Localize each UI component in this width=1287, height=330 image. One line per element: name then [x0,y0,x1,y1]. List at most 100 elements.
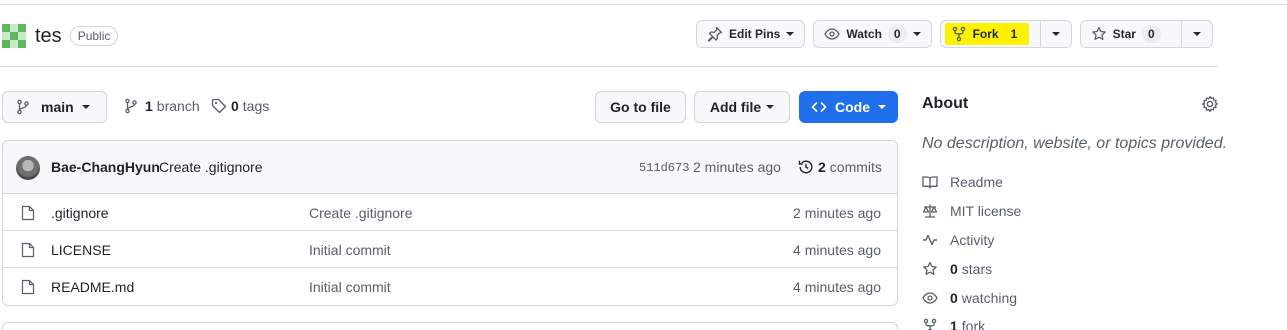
file-row[interactable]: README.md Initial commit 4 minutes ago [3,268,897,305]
readme-box [2,322,898,330]
readme-label: Readme [950,174,1003,190]
branch-icon [17,99,29,115]
visibility-badge: Public [69,26,119,46]
commit-author[interactable]: Bae-ChangHyun [51,159,160,175]
activity-label: Activity [950,232,995,248]
eye-icon [922,292,938,304]
chevron-down-icon [1051,32,1060,36]
add-file-label: Add file [709,99,762,115]
file-commit-message[interactable]: Initial commit [309,242,391,258]
file-commit-message[interactable]: Create .gitignore [309,205,413,221]
file-name[interactable]: README.md [51,279,134,295]
branch-bar: main 1 branch 0 tags Go to file Add file… [2,91,898,123]
fork-highlight: Fork 1 [944,23,1030,45]
star-count: 0 [1141,25,1161,43]
law-icon [922,204,938,218]
tags-link[interactable]: 0 tags [211,98,269,114]
stars-label: stars [961,261,993,277]
repo-header: tes Public [0,22,119,50]
book-icon [922,176,938,189]
chevron-down-icon [766,105,775,109]
file-time: 4 minutes ago [793,279,881,295]
commits-link[interactable]: 2 commits [798,159,882,175]
repo-owner-avatar[interactable] [2,24,26,48]
fork-button-group: Fork 1 [939,20,1072,48]
watch-count: 0 [887,25,907,43]
about-description: No description, website, or topics provi… [922,135,1228,152]
branches-link[interactable]: 1 branch [123,98,200,114]
pin-icon [707,26,723,42]
branch-selector[interactable]: main [2,91,107,123]
stars-link[interactable]: 0 stars [922,261,992,277]
activity-link[interactable]: Activity [922,232,994,248]
gear-icon[interactable] [1201,95,1219,113]
stars-count: 0 [950,261,958,277]
chevron-down-icon [912,32,921,36]
forks-link[interactable]: 1 fork [922,318,985,330]
tag-count: 0 [231,98,239,114]
fork-button[interactable]: Fork 1 [941,21,1040,47]
star-label: Star [1112,27,1136,41]
commit-label: commits [829,159,882,175]
file-icon [21,279,35,295]
eye-icon [824,28,841,40]
watch-button[interactable]: Watch 0 [813,20,932,48]
file-name[interactable]: LICENSE [51,242,111,258]
star-dropdown-button[interactable] [1180,21,1212,47]
file-row[interactable]: .gitignore Create .gitignore 2 minutes a… [3,194,897,231]
branch-name: main [41,99,74,115]
forks-count: 1 [950,318,958,330]
file-commit-message[interactable]: Initial commit [309,279,391,295]
chevron-down-icon [1192,32,1201,36]
chevron-down-icon [81,105,90,109]
fork-count: 1 [1010,27,1018,41]
file-name[interactable]: .gitignore [51,205,109,221]
repo-actions: Edit Pins Watch 0 Fork 1 Star 0 [696,20,1213,48]
file-icon [21,242,35,258]
chevron-down-icon [878,105,886,109]
edit-pins-button[interactable]: Edit Pins [696,20,806,48]
branch-label: branch [156,98,200,114]
chevron-down-icon [786,32,795,36]
license-link[interactable]: MIT license [922,203,1021,219]
commit-message[interactable]: Create .gitignore [159,159,263,175]
tag-icon [211,98,227,114]
branch-count: 1 [145,98,153,114]
commit-time: 2 minutes ago [693,159,781,175]
repo-name[interactable]: tes [35,25,62,48]
fork-icon [952,26,965,42]
file-icon [21,205,35,221]
star-icon [923,261,937,275]
go-to-file-button[interactable]: Go to file [595,91,686,123]
file-time: 4 minutes ago [793,242,881,258]
star-button[interactable]: Star 0 [1081,21,1181,47]
readme-link[interactable]: Readme [922,174,1003,190]
star-icon [1091,26,1106,40]
edit-pins-label: Edit Pins [729,27,781,41]
top-border [0,4,1287,5]
author-avatar[interactable] [16,156,40,180]
commit-sha[interactable]: 511d673 [639,161,689,175]
tag-label: tags [242,98,270,114]
star-button-group: Star 0 [1079,20,1213,48]
code-button[interactable]: Code [799,91,898,123]
pulse-icon [923,234,937,246]
fork-label: Fork [972,27,999,41]
fork-icon [923,318,937,330]
watching-count: 0 [950,290,958,306]
branch-icon [125,98,137,114]
watching-link[interactable]: 0 watching [922,290,1017,306]
latest-commit-row: Bae-ChangHyun Create .gitignore 511d673 … [3,141,897,194]
code-icon [811,102,827,112]
file-row[interactable]: LICENSE Initial commit 4 minutes ago [3,231,897,268]
fork-dropdown-button[interactable] [1039,21,1071,47]
forks-label: fork [961,318,986,330]
watch-label: Watch [846,27,882,41]
add-file-button[interactable]: Add file [694,91,790,123]
about-title: About [922,95,969,112]
header-divider [0,66,1218,67]
license-label: MIT license [950,203,1022,219]
code-label: Code [835,99,870,115]
file-time: 2 minutes ago [793,205,881,221]
commit-count: 2 [818,159,826,175]
